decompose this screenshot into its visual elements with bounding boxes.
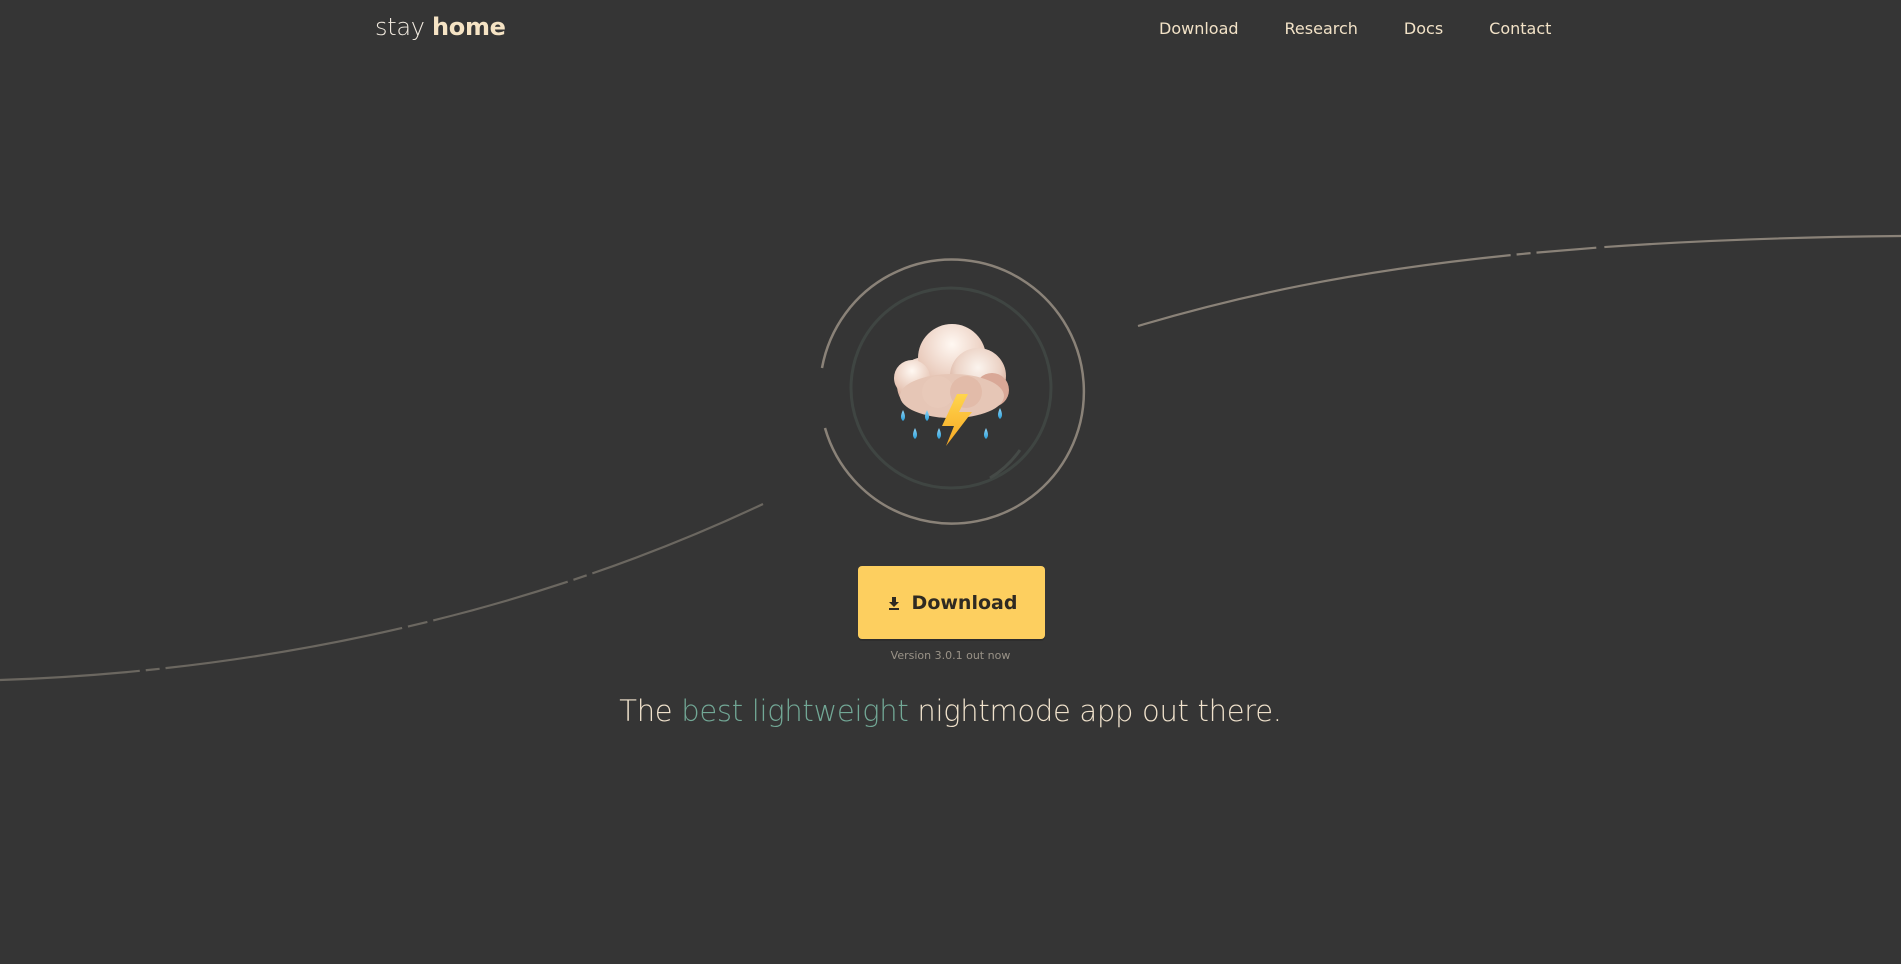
nav-item-research[interactable]: Research (1285, 19, 1358, 38)
main-nav: Download Research Docs Contact (1159, 19, 1551, 38)
download-button-label: Download (911, 591, 1018, 614)
tagline: The best lightweight nightmode app out t… (0, 694, 1901, 728)
logo-light-text: stay (375, 13, 432, 41)
nav-item-contact[interactable]: Contact (1489, 19, 1551, 38)
page: stay home Download Research Docs Contact (0, 0, 1901, 964)
tagline-after: nightmode app out there. (908, 694, 1282, 728)
logo-bold-text: home (431, 13, 506, 41)
nav-item-download[interactable]: Download (1159, 19, 1239, 38)
nav-item-docs[interactable]: Docs (1404, 19, 1443, 38)
tagline-accent: best lightweight (681, 694, 909, 728)
site-logo[interactable]: stay home (375, 13, 506, 41)
download-arrow-icon (888, 596, 899, 610)
tagline-before: The (619, 694, 682, 728)
cloud-with-lightning-and-rain-icon (820, 258, 1086, 525)
download-button[interactable]: Download (858, 566, 1045, 639)
version-text: Version 3.0.1 out now (890, 649, 1011, 662)
